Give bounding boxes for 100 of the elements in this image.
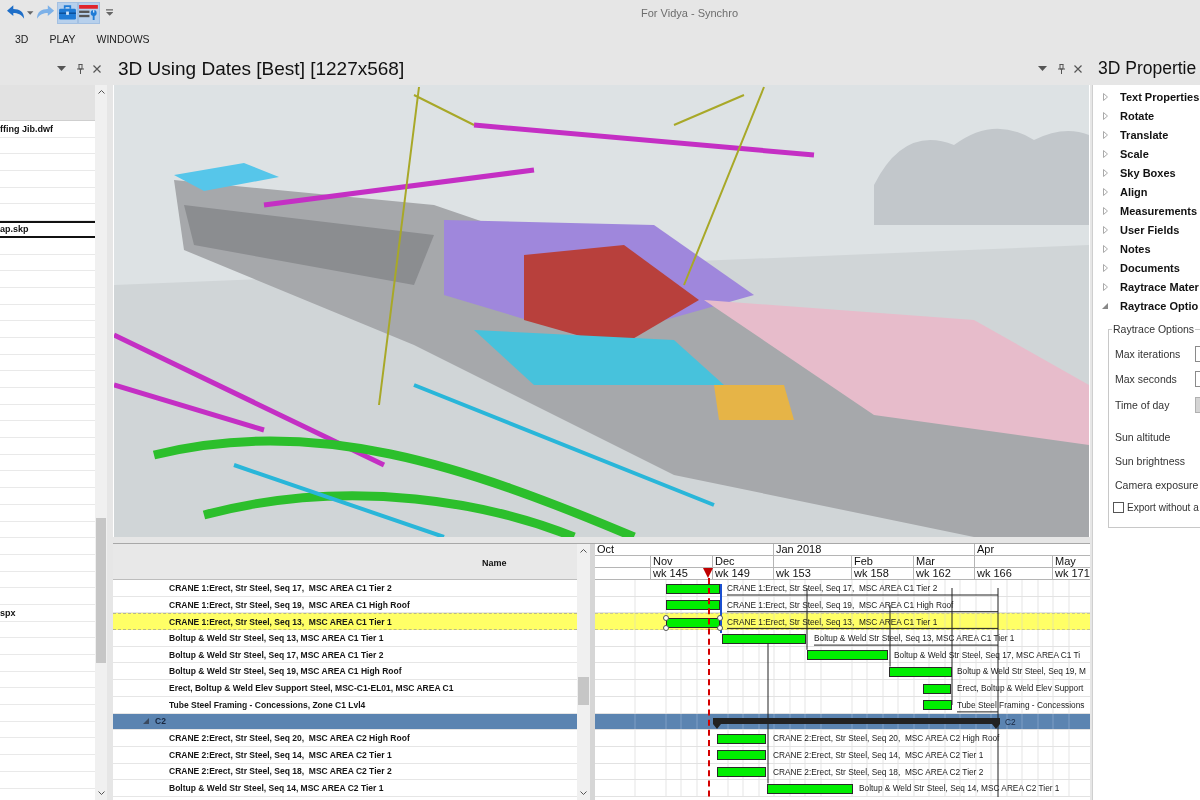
task-bar[interactable]: [889, 666, 952, 677]
week-label: wk 145: [653, 567, 688, 579]
field-label: Sun altitude: [1115, 430, 1171, 443]
task-bar[interactable]: [923, 683, 951, 694]
field-label: Time of day: [1115, 398, 1170, 411]
task-row[interactable]: Boltup & Weld Str Steel, Seq 19, MSC AREA C1 High Roof: [113, 663, 577, 681]
chevron-down-icon[interactable]: [579, 791, 587, 795]
bar-label: Boltup & Weld Str Steel, Seq 14, MSC AREA C2 Tier 1: [859, 783, 1060, 794]
bar-label: Boltup & Weld Str Steel, Seq 17, MSC AREA C1 Ti: [894, 649, 1081, 660]
section-header[interactable]: Translate: [1093, 125, 1200, 144]
scrollbar[interactable]: [577, 544, 590, 800]
bar-label: CRANE 2:Erect, Str Steel, Seq 20, MSC AREA C2 High Roof: [773, 733, 1000, 744]
section-header[interactable]: Measurements: [1093, 201, 1200, 220]
chevron-up-icon[interactable]: [97, 90, 105, 94]
bar-label: CRANE 1:Erect, Str Steel, Seq 13, MSC AREA C1 Tier 1: [727, 617, 938, 628]
bar-label: CRANE 2:Erect, Str Steel, Seq 14, MSC AREA C2 Tier 1: [773, 749, 984, 760]
task-bar[interactable]: [807, 650, 888, 661]
menu-item[interactable]: PLAY: [49, 32, 76, 45]
task-row[interactable]: CRANE 2:Erect, Str Steel, Seq 20, MSC AREA C2 High Roof: [113, 730, 577, 747]
quarter-label: Apr: [977, 544, 995, 555]
toolbox-icon: [58, 5, 78, 20]
task-bar[interactable]: [767, 783, 853, 794]
section-header[interactable]: Raytrace Mater: [1093, 277, 1200, 296]
week-label: wk 166: [977, 567, 1012, 579]
construction-model-render[interactable]: [114, 85, 1089, 537]
month-label: Nov: [653, 555, 673, 567]
task-bar[interactable]: [666, 617, 720, 628]
week-label: wk 153: [776, 567, 811, 579]
week-label: wk 158: [854, 567, 889, 579]
task-bar[interactable]: [923, 700, 952, 711]
field-label: Max seconds: [1115, 373, 1177, 386]
task-row[interactable]: CRANE 2:Erect, Str Steel, Seq 18, MSC AREA C2 Tier 2: [113, 763, 577, 781]
section-header[interactable]: Scale: [1093, 144, 1200, 163]
overflow-caret-icon[interactable]: [105, 9, 113, 16]
task-row[interactable]: CRANE 1:Erect, Str Steel, Seq 13, MSC AREA C1 Tier 1: [113, 613, 577, 631]
menu-item[interactable]: 3D: [15, 32, 29, 45]
task-row[interactable]: Boltup & Weld Str Steel, Seq 14, MSC AREA C2 Tier 1: [113, 780, 577, 797]
task-row[interactable]: Erect, Boltup & Weld Elev Support Steel, MSC-C1-EL01, MSC AREA C1: [113, 680, 577, 697]
scrollbar-thumb[interactable]: [578, 677, 589, 705]
task-bar[interactable]: [717, 733, 766, 744]
field-label: Camera exposure: [1115, 478, 1199, 491]
section-header[interactable]: Rotate: [1093, 106, 1200, 125]
redo-icon: [37, 5, 56, 20]
dropdown-caret-icon[interactable]: [57, 66, 66, 71]
summary-bar[interactable]: [713, 717, 1000, 729]
task-bar[interactable]: [666, 583, 720, 594]
input-field[interactable]: [1195, 345, 1200, 362]
section-header[interactable]: User Fields: [1093, 220, 1200, 239]
bar-label: Tube Steel Framing - Concessions: [957, 699, 1085, 710]
scrollbar[interactable]: [95, 85, 107, 800]
chevron-up-icon[interactable]: [579, 549, 587, 553]
window-title: For Vidya - Synchro: [641, 6, 738, 19]
task-row[interactable]: Tube Steel Framing - Concessions, Zone C1 Lvl4: [113, 696, 577, 714]
link-line: [720, 583, 722, 634]
pin-icon[interactable]: [1058, 63, 1065, 74]
checkbox[interactable]: [1113, 502, 1124, 513]
dropdown-caret-icon[interactable]: [1038, 66, 1047, 71]
task-row[interactable]: CRANE 2:Erect, Str Steel, Seq 14, MSC AREA C2 Tier 1: [113, 746, 577, 764]
close-icon[interactable]: [93, 64, 101, 73]
caret-icon[interactable]: [27, 10, 34, 15]
field-label: Max iterations: [1115, 347, 1181, 360]
week-label: wk 171: [1055, 567, 1090, 579]
close-icon[interactable]: [1074, 64, 1082, 73]
panel-title: 3D Using Dates [Best] [1227x568]: [118, 57, 405, 80]
quarter-label: Oct: [597, 544, 615, 555]
task-bar[interactable]: [717, 750, 766, 761]
input-field[interactable]: [1195, 371, 1200, 388]
task-row[interactable]: CRANE 1:Erect, Str Steel, Seq 17, MSC AREA C1 Tier 2: [113, 580, 577, 597]
task-bar[interactable]: [717, 767, 766, 778]
month-label: Dec: [715, 555, 735, 567]
section-header[interactable]: Notes: [1093, 239, 1200, 258]
task-row[interactable]: Boltup & Weld Str Steel, Seq 13, MSC AREA C1 Tier 1: [113, 630, 577, 647]
file-row[interactable]: ap.skp: [0, 221, 95, 238]
task-row[interactable]: Boltup & Weld Str Steel, Seq 17, MSC AREA C1 Tier 2: [113, 646, 577, 664]
chevron-down-icon[interactable]: [97, 791, 105, 795]
toolbar-button[interactable]: [78, 1, 100, 24]
scrollbar-thumb[interactable]: [96, 518, 106, 663]
group-label: Raytrace Options: [1112, 323, 1196, 335]
pin-icon[interactable]: [77, 63, 84, 74]
quarter-label: Jan 2018: [776, 544, 822, 555]
section-header[interactable]: Text Properties: [1093, 87, 1200, 106]
section-header[interactable]: Raytrace Optio: [1093, 296, 1200, 315]
field-label: Sun brightness: [1115, 454, 1186, 467]
bar-label: CRANE 1:Erect, Str Steel, Seq 17, MSC AREA C1 Tier 2: [727, 583, 938, 593]
section-header[interactable]: Sky Boxes: [1093, 163, 1200, 182]
task-bar[interactable]: [722, 633, 806, 644]
month-label: Feb: [854, 555, 873, 567]
bar-label: C2: [1005, 716, 1016, 727]
task-bar[interactable]: [666, 600, 720, 611]
week-label: wk 162: [916, 567, 951, 579]
bar-label: Erect, Boltup & Weld Elev Support: [957, 683, 1084, 694]
toolbar-button[interactable]: [57, 1, 79, 24]
menu-item[interactable]: WINDOWS: [96, 32, 150, 45]
panel-wrench-icon: [79, 5, 99, 20]
column-header[interactable]: Name: [113, 544, 577, 580]
month-label: Mar: [916, 555, 935, 567]
bar-label: Boltup & Weld Str Steel, Seq 19, M: [957, 666, 1086, 677]
section-header[interactable]: Documents: [1093, 258, 1200, 277]
section-header[interactable]: Align: [1093, 182, 1200, 201]
bar-label: Boltup & Weld Str Steel, Seq 13, MSC AREA C1 Tier 1: [814, 633, 1015, 644]
